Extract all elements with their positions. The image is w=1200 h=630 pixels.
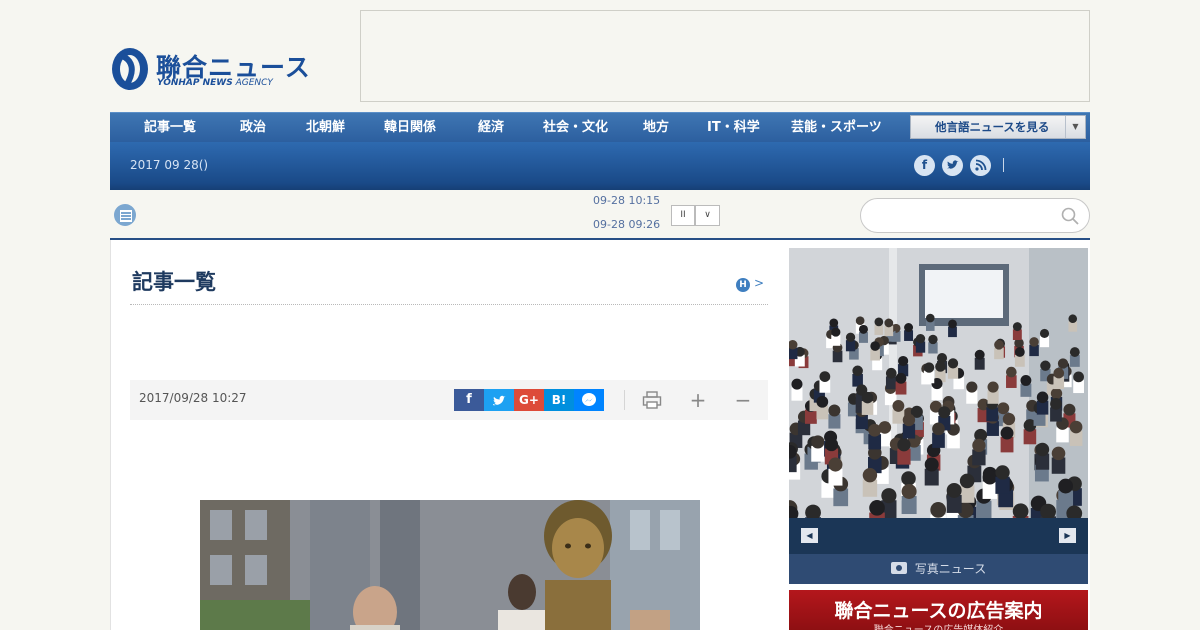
page-title: 記事一覧	[132, 270, 216, 294]
nav-item-politics[interactable]: 政治	[240, 113, 266, 143]
photo-slider-controls: ◀ ▶	[789, 518, 1088, 554]
nav-item-korea-japan[interactable]: 韓日関係	[384, 113, 436, 143]
crowd-photo-illustration	[789, 248, 1088, 518]
date-bar: 2017 09 28() f	[110, 142, 1090, 190]
title-divider	[130, 304, 768, 305]
share-messenger-button[interactable]	[574, 389, 604, 411]
site-logo[interactable]: 聯合ニュース YONHAP NEWS AGENCY	[110, 44, 310, 96]
info-bar-divider	[624, 390, 625, 410]
ticker-next-button[interactable]: ∨	[695, 205, 720, 226]
nav-item-regional[interactable]: 地方	[643, 113, 669, 143]
share-googleplus-button[interactable]: G+	[514, 389, 544, 411]
news-ticker[interactable]: 09-28 10:15 09-28 09:26	[590, 196, 666, 230]
nav-item-economy[interactable]: 経済	[478, 113, 504, 143]
search-box	[860, 198, 1090, 233]
subbar-divider	[1003, 158, 1004, 172]
other-language-label: 他言語ニュースを見る	[935, 120, 1050, 134]
ticker-list-icon[interactable]	[114, 204, 136, 226]
top-advertisement[interactable]	[360, 10, 1090, 102]
camera-icon	[890, 562, 907, 574]
content-border	[110, 240, 111, 630]
twitter-icon[interactable]	[942, 155, 963, 176]
photo-news-image[interactable]	[789, 248, 1088, 518]
history-badge-icon: H	[736, 278, 750, 292]
photo-news-widget: ◀ ▶ 写真ニュース	[789, 248, 1088, 584]
share-twitter-button[interactable]	[484, 389, 514, 411]
share-facebook-button[interactable]: f	[454, 389, 484, 411]
ticker-pause-button[interactable]: II	[671, 205, 695, 226]
ticker-time: 09-28 10:15	[593, 196, 661, 207]
history-arrow: >	[754, 276, 765, 290]
search-icon[interactable]	[1061, 207, 1079, 225]
advertising-info-banner[interactable]: 聯合ニュースの広告案内 聯合ニュースの広告媒体紹介	[789, 590, 1088, 630]
photo-news-label: 写真ニュース	[914, 562, 987, 576]
nav-item-it-science[interactable]: IT・科学	[707, 113, 760, 143]
article-datetime: 2017/09/28 10:27	[139, 391, 247, 405]
other-language-dropdown[interactable]: 他言語ニュースを見る ▼	[910, 115, 1086, 139]
photo-news-link[interactable]: 写真ニュース	[789, 554, 1088, 584]
current-date: 2017 09 28()	[130, 158, 209, 172]
nav-item-articles[interactable]: 記事一覧	[144, 113, 196, 143]
ad-banner-subtitle: 聯合ニュースの広告媒体紹介	[789, 621, 1088, 630]
logo-english-text: YONHAP NEWS AGENCY	[157, 78, 273, 88]
photo-next-button[interactable]: ▶	[1059, 528, 1076, 543]
main-content: 記事一覧 H > 2017/09/28 10:27 f G+ B! + − ◀ …	[110, 238, 1090, 630]
main-navigation: 記事一覧 政治 北朝鮮 韓日関係 経済 社会・文化 地方 IT・科学 芸能・スポ…	[110, 112, 1090, 142]
article-info-bar: 2017/09/28 10:27 f G+ B! + −	[130, 380, 768, 420]
statue-photo-illustration	[200, 500, 700, 630]
photo-prev-button[interactable]: ◀	[801, 528, 818, 543]
article-photo	[200, 500, 700, 630]
font-decrease-button[interactable]: −	[731, 388, 755, 412]
font-increase-button[interactable]: +	[686, 388, 710, 412]
nav-item-north-korea[interactable]: 北朝鮮	[306, 113, 345, 143]
print-icon[interactable]	[640, 388, 664, 412]
ad-banner-title: 聯合ニュースの広告案内	[834, 600, 1043, 622]
rss-icon[interactable]	[970, 155, 991, 176]
search-input[interactable]	[875, 206, 1055, 226]
nav-item-society-culture[interactable]: 社会・文化	[543, 113, 608, 143]
share-hatena-button[interactable]: B!	[544, 389, 574, 411]
logo-mark-icon	[112, 48, 148, 90]
ticker-time: 09-28 09:26	[593, 218, 661, 230]
chevron-down-icon: ▼	[1065, 116, 1085, 138]
nav-item-entertainment-sports[interactable]: 芸能・スポーツ	[791, 113, 882, 143]
facebook-icon[interactable]: f	[914, 155, 935, 176]
